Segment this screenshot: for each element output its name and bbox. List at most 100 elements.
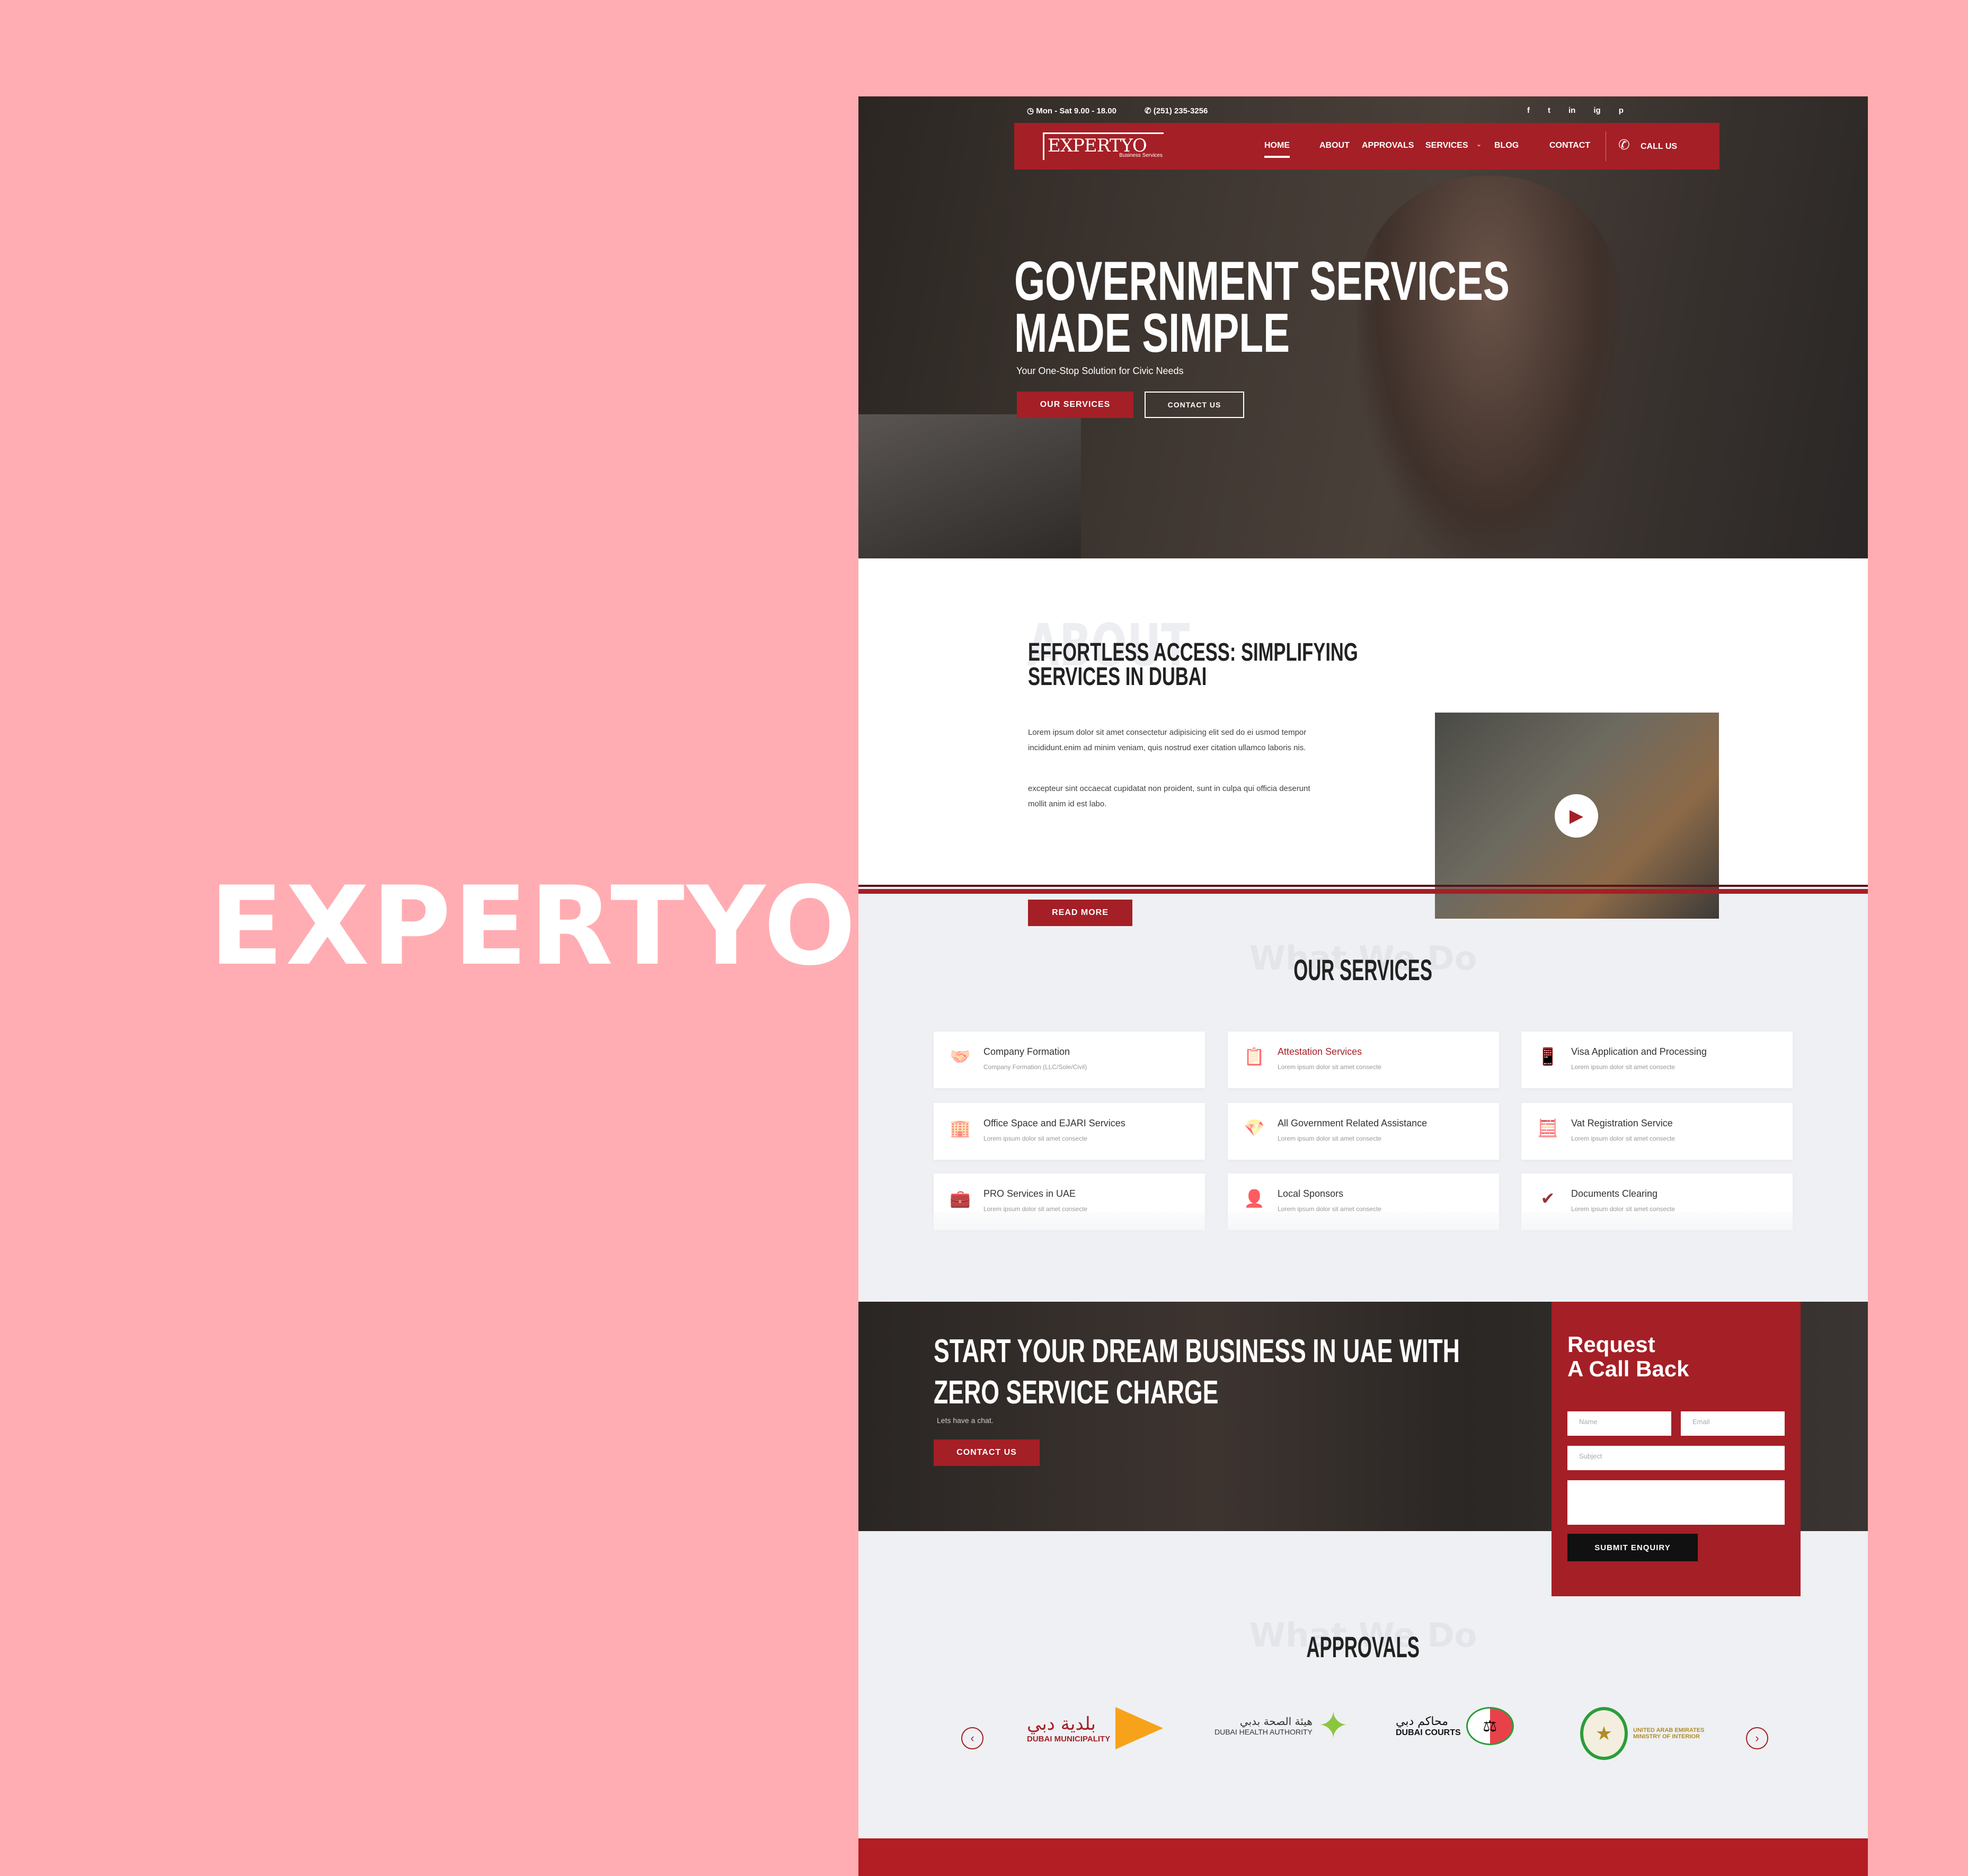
nav-services[interactable]: SERVICES — [1425, 141, 1468, 150]
service-card[interactable]: 📱 Visa Application and Processing Lorem … — [1521, 1032, 1793, 1088]
logo-dubai-municipality: بلدية دبي DUBAI MUNICIPALITY — [1027, 1707, 1164, 1749]
service-card[interactable]: 🏢 Office Space and EJARI Services Lorem … — [934, 1103, 1205, 1160]
footer-strip — [858, 1838, 1868, 1876]
phone-icon: ✆ — [1145, 106, 1154, 115]
logo-arabic: بلدية دبي — [1027, 1713, 1096, 1735]
logo[interactable]: EXPERTYO Business Services — [1043, 132, 1164, 160]
approvals-title: APPROVALS — [858, 1630, 1868, 1664]
logo-english: DUBAI MUNICIPALITY — [1027, 1734, 1111, 1744]
submit-enquiry-button[interactable]: SUBMIT ENQUIRY — [1567, 1534, 1698, 1561]
diamond-icon: 💎 — [1244, 1118, 1265, 1137]
cta-title-line1: START YOUR DREAM BUSINESS IN UAE WITH — [934, 1333, 1460, 1370]
message-textarea[interactable] — [1567, 1480, 1785, 1525]
logo-ministry-of-interior: ★ UNITED ARAB EMIRATES MINISTRY OF INTER… — [1580, 1707, 1707, 1760]
logo-english: DUBAI COURTS — [1396, 1728, 1461, 1737]
service-description: Lorem ipsum dolor sit amet consecte — [1278, 1135, 1382, 1142]
building-icon: 🏢 — [950, 1118, 971, 1137]
logo-english: DUBAI HEALTH AUTHORITY — [1215, 1728, 1313, 1736]
service-title: Vat Registration Service — [1571, 1118, 1673, 1128]
our-services-button[interactable]: OUR SERVICES — [1017, 392, 1133, 418]
logo-dubai-health-authority: هيئة الصحة بدبي DUBAI HEALTH AUTHORITY ✦ — [1215, 1707, 1349, 1744]
twitter-icon[interactable]: t — [1548, 106, 1550, 115]
form-title: Request A Call Back — [1567, 1332, 1689, 1381]
approvals-title-text: APPROVALS — [1306, 1630, 1420, 1664]
nav-contact[interactable]: CONTACT — [1549, 141, 1590, 150]
service-description: Lorem ipsum dolor sit amet consecte — [1571, 1063, 1676, 1071]
service-title: Attestation Services — [1278, 1046, 1362, 1057]
phone-icon: ✆ — [1618, 137, 1630, 153]
hero-laptop-image — [858, 414, 1081, 558]
call-us-button[interactable]: CALL US — [1641, 142, 1677, 152]
service-title: Office Space and EJARI Services — [983, 1118, 1125, 1128]
checklist-icon: ✔ — [1540, 1189, 1555, 1208]
divider-line — [858, 885, 1868, 887]
nav-about[interactable]: ABOUT — [1319, 141, 1350, 150]
hours: ◷ Mon - Sat 9.00 - 18.00 — [1027, 106, 1116, 115]
dha-star-icon: ✦ — [1317, 1705, 1349, 1746]
carousel-prev-button[interactable]: ‹ — [961, 1727, 983, 1749]
hero-title: GOVERNMENT SERVICES MADE SIMPLE — [1014, 254, 1510, 361]
pinterest-icon[interactable]: p — [1619, 106, 1624, 115]
form-title-line1: Request — [1567, 1332, 1655, 1357]
about-video-thumbnail[interactable]: ▶ — [1435, 713, 1719, 919]
service-description: Company Formation (LLC/Sole/Civil) — [983, 1063, 1087, 1071]
services-title-text: OUR SERVICES — [1293, 953, 1433, 986]
cta-title: START YOUR DREAM BUSINESS IN UAE WITH ZER… — [934, 1331, 1460, 1413]
service-title: All Government Related Assistance — [1278, 1118, 1428, 1128]
contact-us-button[interactable]: CONTACT US — [1145, 392, 1244, 418]
logo-arabic: هيئة الصحة بدبي — [1239, 1715, 1313, 1728]
cta-subtitle: Lets have a chat. — [937, 1416, 994, 1425]
phone-text: (251) 235-3256 — [1153, 106, 1208, 115]
divider-line-red — [858, 889, 1868, 894]
person-briefcase-icon: 💼 — [950, 1189, 971, 1208]
hours-text: Mon - Sat 9.00 - 18.00 — [1036, 106, 1116, 115]
about-paragraph-2: excepteur sint occaecat cupidatat non pr… — [1028, 784, 1310, 808]
read-more-button[interactable]: READ MORE — [1028, 900, 1132, 926]
about-paragraph-1: Lorem ipsum dolor sit amet consectetur a… — [1028, 728, 1307, 752]
cta-title-line2: ZERO SERVICE CHARGE — [934, 1374, 1219, 1411]
play-icon[interactable]: ▶ — [1555, 794, 1598, 838]
municipality-emblem-icon — [1115, 1707, 1164, 1749]
service-title: PRO Services in UAE — [983, 1188, 1076, 1199]
service-card[interactable]: 🧮 Vat Registration Service Lorem ipsum d… — [1521, 1103, 1793, 1160]
service-title: Local Sponsors — [1278, 1188, 1344, 1199]
services-title: OUR SERVICES — [858, 953, 1868, 987]
social-links: f t in ig p — [1527, 106, 1624, 115]
clipboard-icon: 📋 — [1244, 1047, 1265, 1066]
service-title: Visa Application and Processing — [1571, 1046, 1707, 1057]
hero-person-image — [1357, 176, 1621, 558]
about-title: EFFORTLESS ACCESS: SIMPLIFYING SERVICES I… — [1028, 638, 1358, 690]
logo-english: UNITED ARAB EMIRATES MINISTRY OF INTERIO… — [1633, 1727, 1705, 1740]
clock-icon: ◷ — [1027, 106, 1036, 115]
hero-section: ◷ Mon - Sat 9.00 - 18.00 ✆ (251) 235-325… — [858, 96, 1868, 558]
email-input[interactable]: Email — [1681, 1411, 1785, 1436]
instagram-icon[interactable]: ig — [1593, 106, 1600, 115]
website-mockup: ◷ Mon - Sat 9.00 - 18.00 ✆ (251) 235-325… — [858, 96, 1868, 1876]
brand-title: EXPERTYO — [209, 864, 858, 990]
cta-contact-button[interactable]: CONTACT US — [934, 1439, 1040, 1466]
scales-icon: ⚖ — [1466, 1707, 1514, 1745]
eagle-emblem-icon: ★ — [1580, 1707, 1628, 1760]
service-card[interactable]: 💎 All Government Related Assistance Lore… — [1228, 1103, 1499, 1160]
service-description: Lorem ipsum dolor sit amet consecte — [1571, 1135, 1676, 1142]
name-input[interactable]: Name — [1567, 1411, 1671, 1436]
calculator-icon: 🧮 — [1537, 1118, 1558, 1137]
fade-overlay — [858, 1212, 1868, 1254]
navbar: EXPERTYO Business Services HOME ABOUT APP… — [1014, 123, 1719, 170]
subject-input[interactable]: Subject — [1567, 1446, 1785, 1470]
hero-subtitle: Your One-Stop Solution for Civic Needs — [1016, 366, 1184, 376]
chevron-down-icon: ⌄ — [1476, 140, 1482, 148]
facebook-icon[interactable]: f — [1527, 106, 1530, 115]
about-title-line1: EFFORTLESS ACCESS: SIMPLIFYING — [1028, 638, 1358, 666]
logo-subtitle: Business Services — [1119, 153, 1163, 158]
carousel-next-button[interactable]: › — [1746, 1727, 1768, 1749]
form-title-line2: A Call Back — [1567, 1356, 1689, 1381]
nav-approvals[interactable]: APPROVALS — [1362, 141, 1414, 150]
nav-blog[interactable]: BLOG — [1494, 141, 1519, 150]
nav-home[interactable]: HOME — [1264, 141, 1290, 158]
phone: ✆ (251) 235-3256 — [1145, 106, 1208, 115]
about-section: ABOUT EFFORTLESS ACCESS: SIMPLIFYING SERV… — [858, 558, 1868, 926]
service-card[interactable]: 🤝 Company Formation Company Formation (L… — [934, 1032, 1205, 1088]
service-card[interactable]: 📋 Attestation Services Lorem ipsum dolor… — [1228, 1032, 1499, 1088]
linkedin-icon[interactable]: in — [1568, 106, 1575, 115]
